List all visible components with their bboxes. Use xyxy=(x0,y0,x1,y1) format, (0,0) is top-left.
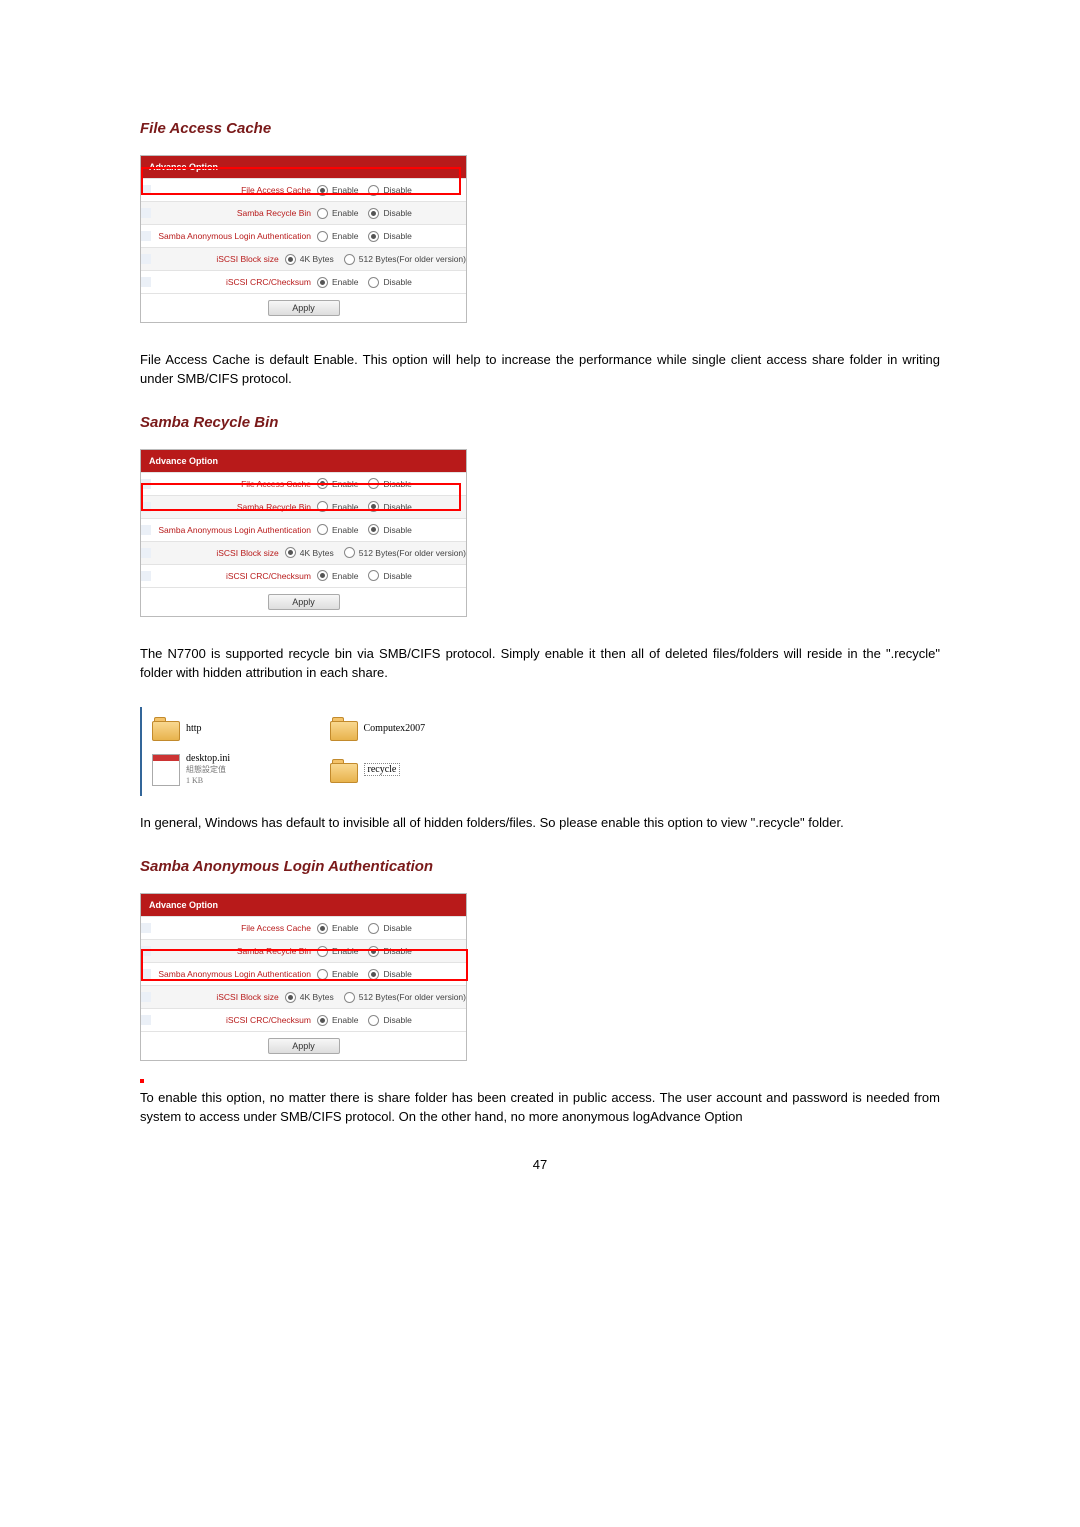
row-iscsi-crc: iSCSI CRC/Checksum Enable Disable xyxy=(141,270,466,293)
file-desktop-ini[interactable]: desktop.ini 組態設定值 1 KB xyxy=(152,753,300,786)
folder-icon xyxy=(152,717,180,739)
radio-disable[interactable]: Disable xyxy=(368,185,411,196)
row-file-access-cache: File Access Cache Enable Disable xyxy=(141,178,466,201)
row-label: File Access Cache xyxy=(151,185,317,195)
radio-enable[interactable]: Enable xyxy=(317,277,358,288)
section-heading-sala: Samba Anonymous Login Authentication xyxy=(140,858,940,875)
row-samba-anon-login: Samba Anonymous Login Authentication Ena… xyxy=(141,224,466,247)
section-heading-srb: Samba Recycle Bin xyxy=(140,414,940,431)
folder-computex[interactable]: Computex2007 xyxy=(330,717,478,739)
panel-header: Advance Option xyxy=(141,450,466,472)
section-heading-fac: File Access Cache xyxy=(140,120,940,137)
ini-file-icon xyxy=(152,754,180,786)
panel-header: Advance Option xyxy=(141,894,466,916)
row-file-access-cache: File Access Cache Enable Disable xyxy=(141,472,466,495)
row-samba-anon-login: Samba Anonymous Login Authentication Ena… xyxy=(141,518,466,541)
row-iscsi-crc: iSCSI CRC/Checksum Enable Disable xyxy=(141,1008,466,1031)
radio-4k[interactable]: 4K Bytes xyxy=(285,254,334,265)
radio-disable[interactable]: Disable xyxy=(368,231,411,242)
apply-button[interactable]: Apply xyxy=(268,1038,340,1054)
row-iscsi-crc: iSCSI CRC/Checksum Enable Disable xyxy=(141,564,466,587)
panel-header: Advance Option xyxy=(141,156,466,178)
row-samba-anon-login: Samba Anonymous Login Authentication Ena… xyxy=(141,962,466,985)
radio-512[interactable]: 512 Bytes(For older version) xyxy=(344,254,466,265)
page-number: 47 xyxy=(140,1157,940,1172)
paragraph-sala: To enable this option, no matter there i… xyxy=(140,1089,940,1127)
paragraph-fac: File Access Cache is default Enable. Thi… xyxy=(140,351,940,389)
apply-button[interactable]: Apply xyxy=(268,594,340,610)
radio-enable[interactable]: Enable xyxy=(317,231,358,242)
folder-view: http Computex2007 desktop.ini 組態設定值 1 KB… xyxy=(140,707,477,796)
radio-disable[interactable]: Disable xyxy=(368,208,411,219)
folder-recycle[interactable]: recycle xyxy=(330,753,478,786)
highlight-sala xyxy=(140,1079,144,1083)
advance-option-panel-fac: Advance Option File Access Cache Enable … xyxy=(140,147,467,341)
row-iscsi-block-size: iSCSI Block size 4K Bytes 512 Bytes(For … xyxy=(141,541,466,564)
radio-enable[interactable]: Enable xyxy=(317,208,358,219)
apply-button[interactable]: Apply xyxy=(268,300,340,316)
paragraph-srb-2: In general, Windows has default to invis… xyxy=(140,814,940,833)
row-samba-recycle-bin: Samba Recycle Bin Enable Disable xyxy=(141,495,466,518)
folder-icon xyxy=(330,759,358,781)
folder-icon xyxy=(330,717,358,739)
row-iscsi-block-size: iSCSI Block size 4K Bytes 512 Bytes(For … xyxy=(141,247,466,270)
row-file-access-cache: File Access Cache Enable Disable xyxy=(141,916,466,939)
row-iscsi-block-size: iSCSI Block size 4K Bytes 512 Bytes(For … xyxy=(141,985,466,1008)
radio-enable[interactable]: Enable xyxy=(317,185,358,196)
radio-disable[interactable]: Disable xyxy=(368,277,411,288)
paragraph-srb-1: The N7700 is supported recycle bin via S… xyxy=(140,645,940,683)
row-samba-recycle-bin: Samba Recycle Bin Enable Disable xyxy=(141,201,466,224)
advance-option-panel-sala: Advance Option File Access Cache Enable … xyxy=(140,885,467,1079)
folder-http[interactable]: http xyxy=(152,717,300,739)
row-samba-recycle-bin: Samba Recycle Bin Enable Disable xyxy=(141,939,466,962)
advance-option-panel-srb: Advance Option File Access Cache Enable … xyxy=(140,441,467,635)
